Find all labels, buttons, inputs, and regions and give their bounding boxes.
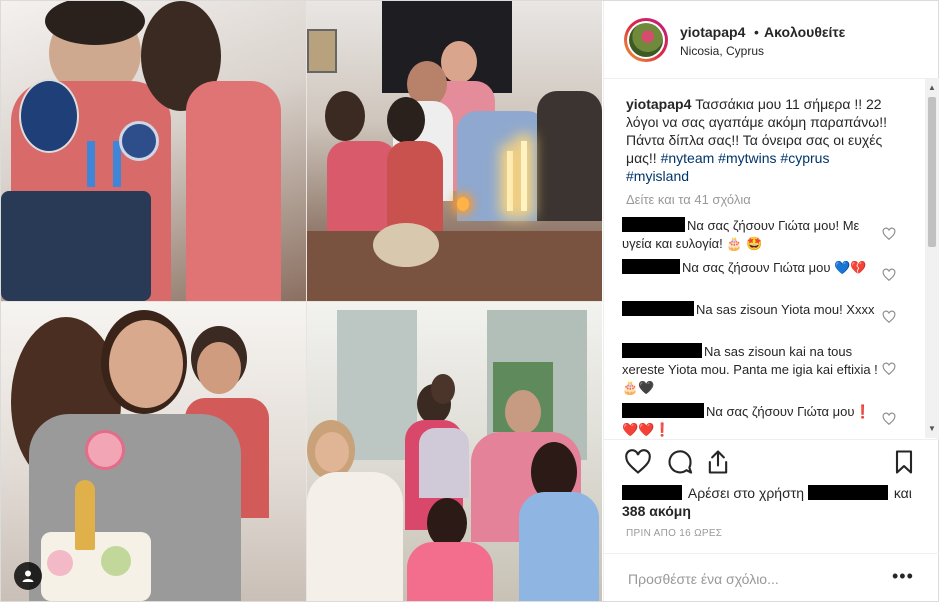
view-all-comments-link[interactable]: Δείτε και τα 41 σχόλια <box>626 192 751 207</box>
hashtag-cyprus[interactable]: #cyprus <box>780 150 829 166</box>
redacted-username <box>622 301 694 316</box>
comment-item: Να σας ζήσουν Γιώτα μου 💙💔 <box>622 259 882 277</box>
avatar[interactable] <box>624 18 668 62</box>
photo-girl-with-cake <box>1 302 306 601</box>
post-side-panel: yiotapap4 • Ακολουθείτε Nicosia, Cyprus … <box>603 1 939 601</box>
separator-dot: • <box>754 24 759 40</box>
comment-item: Na sas zisoun kai na tous xereste Yiota … <box>622 343 882 397</box>
comments-scrollbar[interactable]: ▲ ▼ <box>925 79 939 438</box>
likes-prefix: Αρέσει στο χρήστη <box>687 485 805 501</box>
person-tag-icon <box>22 570 34 582</box>
heart-icon[interactable] <box>882 310 896 324</box>
hashtag-nyteam[interactable]: #nyteam <box>661 150 715 166</box>
scroll-up-arrow-icon[interactable]: ▲ <box>925 83 939 93</box>
share-icon[interactable] <box>704 448 732 476</box>
likes-and: και <box>893 485 912 501</box>
comment-item: Να σας ζήσουν Γιώτα μου! Με υγεία και ευ… <box>622 217 882 253</box>
add-comment-bar: ••• <box>604 553 939 602</box>
bookmark-icon[interactable] <box>890 448 918 476</box>
redacted-username <box>622 485 682 500</box>
heart-icon[interactable] <box>882 412 896 426</box>
redacted-username <box>807 485 888 500</box>
likes-count[interactable]: 388 ακόμη <box>622 503 691 519</box>
hashtag-myisland[interactable]: #myisland <box>626 168 689 184</box>
scroll-down-arrow-icon[interactable]: ▼ <box>925 424 939 434</box>
post-modal: yiotapap4 • Ακολουθείτε Nicosia, Cyprus … <box>0 0 939 602</box>
post-timestamp[interactable]: ΠΡΙΝ ΑΠΟ 16 ΩΡΕΣ <box>626 528 722 539</box>
comment-icon[interactable] <box>666 448 694 476</box>
comment-item: Να σας ζήσουν Γιώτα μου❗❤️❤️❗ <box>622 403 882 438</box>
likes-summary[interactable]: Αρέσει στο χρήστη και 388 ακόμη <box>622 484 922 520</box>
comment-item: Na sas zisoun Yiota mou! Xxxx <box>622 301 882 319</box>
post-header: yiotapap4 • Ακολουθείτε Nicosia, Cyprus <box>604 1 939 79</box>
photo-family-candles <box>307 1 602 301</box>
add-comment-input[interactable] <box>626 568 880 590</box>
comment-text: Na sas zisoun Yiota mou! Xxxx <box>696 302 875 317</box>
redacted-username <box>622 403 704 418</box>
photo-family-sofa <box>307 302 602 601</box>
heart-icon[interactable] <box>882 268 896 282</box>
redacted-username <box>622 259 680 274</box>
location-link[interactable]: Nicosia, Cyprus <box>680 44 764 58</box>
comments-area[interactable]: yiotapap4 Τασσάκια μου 11 σήμερα !! 22 λ… <box>604 79 939 438</box>
more-options-icon[interactable]: ••• <box>892 566 914 587</box>
heart-icon[interactable] <box>624 448 652 476</box>
following-button[interactable]: Ακολουθείτε <box>764 24 845 40</box>
tag-people-button[interactable] <box>14 562 42 590</box>
heart-icon[interactable] <box>882 227 896 241</box>
redacted-username <box>622 343 702 358</box>
photo-boy-with-cake <box>1 1 306 301</box>
username-link[interactable]: yiotapap4 <box>680 24 745 40</box>
heart-icon[interactable] <box>882 362 896 376</box>
redacted-username <box>622 217 685 232</box>
post-caption: yiotapap4 Τασσάκια μου 11 σήμερα !! 22 λ… <box>626 95 916 185</box>
scrollbar-thumb[interactable] <box>928 97 936 247</box>
hashtag-mytwins[interactable]: #mytwins <box>718 150 776 166</box>
caption-username[interactable]: yiotapap4 <box>626 96 691 112</box>
comment-text: Να σας ζήσουν Γιώτα μου 💙💔 <box>682 260 867 275</box>
post-photo-collage[interactable] <box>1 1 602 601</box>
